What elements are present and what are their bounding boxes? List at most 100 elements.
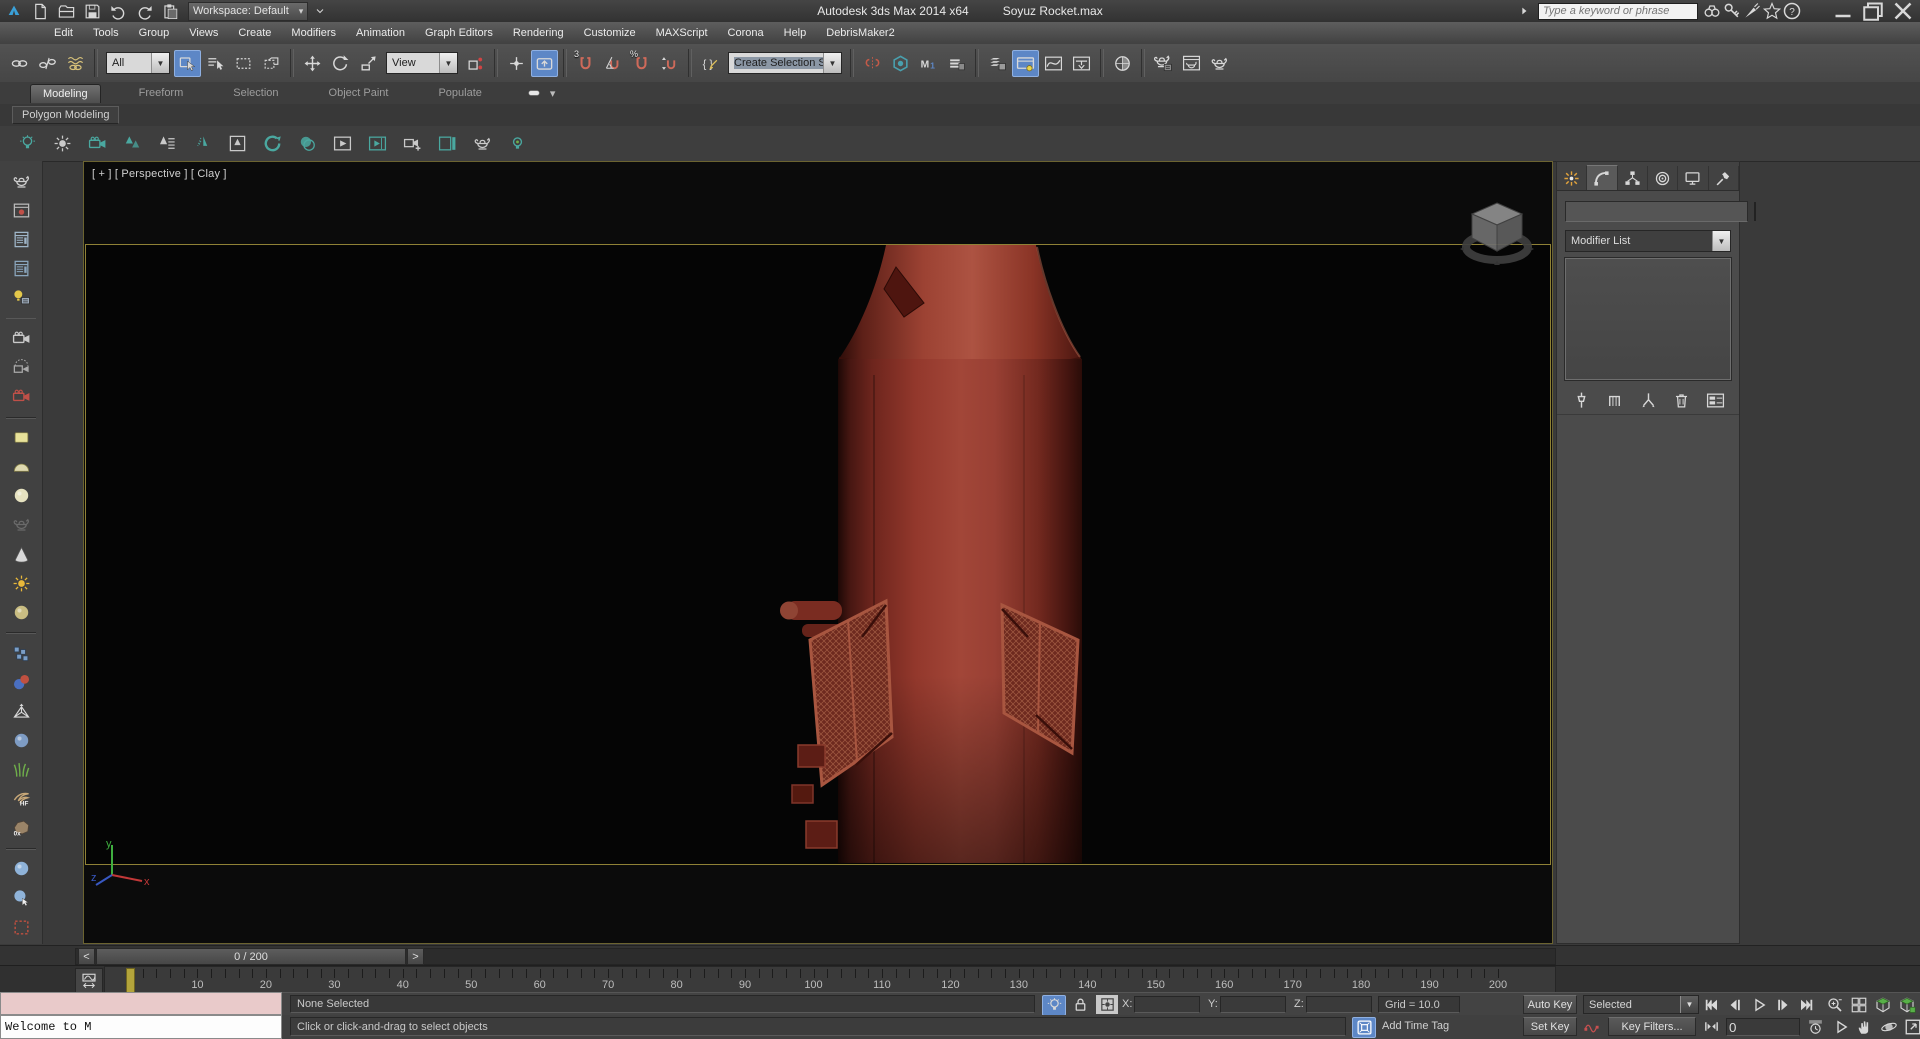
time-configuration-icon[interactable] bbox=[1804, 1017, 1826, 1036]
select-and-manipulate-icon[interactable] bbox=[503, 50, 530, 77]
zoom-icon[interactable] bbox=[1824, 995, 1846, 1014]
maximize-viewport-toggle-icon[interactable] bbox=[1902, 1017, 1920, 1036]
menu-group[interactable]: Group bbox=[129, 24, 180, 42]
current-frame-field[interactable] bbox=[1726, 1018, 1800, 1036]
new-file-icon[interactable] bbox=[28, 1, 52, 21]
corona-light-icon[interactable] bbox=[14, 131, 40, 157]
spot-cone-icon[interactable] bbox=[7, 542, 35, 566]
modifier-list-dropdown[interactable]: Modifier List ▼ bbox=[1565, 230, 1731, 252]
key-mode-toggle-icon[interactable] bbox=[1700, 1017, 1722, 1036]
scatter-cubes-icon[interactable] bbox=[7, 641, 35, 665]
scene-explorer-icon[interactable] bbox=[943, 50, 970, 77]
dome-light-icon[interactable] bbox=[7, 455, 35, 479]
region-dashed-icon[interactable] bbox=[7, 915, 35, 939]
next-frame-arrow[interactable]: > bbox=[407, 948, 424, 965]
select-and-move-icon[interactable] bbox=[299, 50, 326, 77]
polygon-modeling-panel[interactable]: Polygon Modeling bbox=[12, 106, 119, 124]
communication-dish-icon[interactable] bbox=[1742, 2, 1762, 20]
x-coordinate-field[interactable] bbox=[1134, 996, 1200, 1013]
undo-icon[interactable] bbox=[106, 1, 130, 21]
camera-icon[interactable] bbox=[7, 326, 35, 350]
menu-tools[interactable]: Tools bbox=[83, 24, 129, 42]
curve-editor-icon[interactable] bbox=[1040, 50, 1067, 77]
close-button[interactable] bbox=[1888, 2, 1918, 20]
next-frame-button[interactable] bbox=[1772, 995, 1794, 1014]
rendered-frame-window-icon[interactable] bbox=[1178, 50, 1205, 77]
play-animation-button[interactable] bbox=[1748, 995, 1770, 1014]
minimize-button[interactable] bbox=[1828, 2, 1858, 20]
help-icon[interactable] bbox=[1782, 2, 1802, 20]
named-selection-set-dropdown[interactable]: Create Selection Se▼ bbox=[728, 52, 842, 74]
vray-teapot-icon[interactable] bbox=[7, 169, 35, 193]
render-production-icon[interactable] bbox=[1206, 50, 1233, 77]
absolute-mode-icon[interactable] bbox=[1096, 995, 1118, 1014]
zoom-extents-all-icon[interactable] bbox=[1896, 995, 1918, 1014]
menu-customize[interactable]: Customize bbox=[574, 24, 646, 42]
search-expand-icon[interactable] bbox=[1514, 2, 1534, 20]
z-coordinate-field[interactable] bbox=[1306, 996, 1372, 1013]
remove-modifier-icon[interactable] bbox=[1668, 388, 1696, 412]
select-object-icon[interactable] bbox=[174, 50, 201, 77]
graphite-ribbon-toggle-icon[interactable] bbox=[1012, 50, 1039, 77]
corona-interactive-icon[interactable] bbox=[329, 131, 355, 157]
corona-layers-icon[interactable] bbox=[294, 131, 320, 157]
select-and-link-icon[interactable] bbox=[6, 50, 33, 77]
ribbon-minimize-control[interactable]: ▾ bbox=[524, 86, 556, 100]
ribbon-tab-freeform[interactable]: Freeform bbox=[127, 84, 196, 102]
render-window-icon[interactable] bbox=[7, 198, 35, 222]
track-bar-ruler[interactable]: 0102030405060708090100110120130140150160… bbox=[104, 966, 1556, 993]
corona-teapot-icon[interactable] bbox=[469, 131, 495, 157]
tab-modify[interactable] bbox=[1587, 165, 1617, 190]
menu-edit[interactable]: Edit bbox=[44, 24, 83, 42]
modifier-stack[interactable] bbox=[1565, 258, 1731, 380]
configure-modifier-sets-icon[interactable] bbox=[1701, 388, 1729, 412]
align-icon[interactable] bbox=[887, 50, 914, 77]
ribbon-tab-selection[interactable]: Selection bbox=[221, 84, 290, 102]
sphere-light-icon[interactable] bbox=[7, 484, 35, 508]
layer-manager-icon[interactable] bbox=[915, 50, 942, 77]
previous-frame-arrow[interactable]: < bbox=[78, 948, 95, 965]
menu-animation[interactable]: Animation bbox=[346, 24, 415, 42]
corona-scatter-list-icon[interactable] bbox=[154, 131, 180, 157]
material-ball-icon[interactable] bbox=[7, 857, 35, 881]
tab-create[interactable] bbox=[1557, 166, 1587, 190]
dark-teapot-icon[interactable] bbox=[7, 513, 35, 537]
menu-create[interactable]: Create bbox=[228, 24, 281, 42]
zoom-extents-icon[interactable] bbox=[1872, 995, 1894, 1014]
redo-icon[interactable] bbox=[132, 1, 156, 21]
corona-lister-icon[interactable] bbox=[504, 131, 530, 157]
workspace-dropdown[interactable]: Workspace: Default ▾ bbox=[188, 2, 308, 21]
menu-graph-editors[interactable]: Graph Editors bbox=[415, 24, 503, 42]
pan-hand-icon[interactable] bbox=[1854, 1017, 1876, 1036]
menu-rendering[interactable]: Rendering bbox=[503, 24, 574, 42]
tab-motion[interactable] bbox=[1648, 166, 1678, 190]
snaps-toggle-icon[interactable]: 3 bbox=[572, 50, 599, 77]
time-slider-marker[interactable] bbox=[126, 968, 135, 994]
select-by-name-icon[interactable] bbox=[202, 50, 229, 77]
menu-maxscript[interactable]: MAXScript bbox=[646, 24, 718, 42]
select-and-rotate-icon[interactable] bbox=[327, 50, 354, 77]
object-name-field[interactable] bbox=[1565, 201, 1748, 222]
percent-snap-icon[interactable]: % bbox=[628, 50, 655, 77]
key-mode-dropdown[interactable]: Selected ▼ bbox=[1583, 995, 1699, 1014]
use-pivot-point-center-icon[interactable] bbox=[462, 50, 489, 77]
render-elements-icon[interactable] bbox=[7, 256, 35, 280]
schematic-view-icon[interactable] bbox=[1068, 50, 1095, 77]
project-folder-icon[interactable] bbox=[158, 1, 182, 21]
search-input[interactable] bbox=[1538, 3, 1698, 20]
mini-curve-editor-button[interactable] bbox=[75, 968, 103, 993]
make-unique-icon[interactable] bbox=[1634, 388, 1662, 412]
corona-sun-icon[interactable] bbox=[49, 131, 75, 157]
light-lister-icon[interactable] bbox=[7, 285, 35, 309]
tab-utilities[interactable] bbox=[1709, 166, 1739, 190]
tab-hierarchy[interactable] bbox=[1618, 166, 1648, 190]
field-of-view-icon[interactable] bbox=[1830, 1017, 1852, 1036]
grass-icon[interactable] bbox=[7, 758, 35, 782]
orbit-icon[interactable] bbox=[1878, 1017, 1900, 1036]
angle-snap-icon[interactable] bbox=[600, 50, 627, 77]
plane-light-icon[interactable] bbox=[7, 426, 35, 450]
search-help-icon[interactable] bbox=[1702, 2, 1722, 20]
render-settings-icon[interactable] bbox=[7, 227, 35, 251]
manage-scene-explorer-icon[interactable] bbox=[984, 50, 1011, 77]
set-key-curve-icon[interactable] bbox=[1580, 1017, 1602, 1036]
